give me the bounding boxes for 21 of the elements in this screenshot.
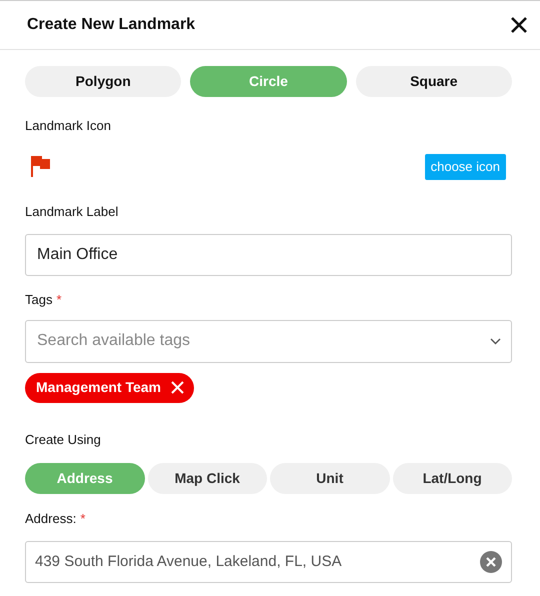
field-label: Tags: [25, 291, 52, 309]
chevron-down-icon: [490, 338, 501, 344]
method-tab[interactable]: Lat/Long: [392, 463, 512, 494]
label-input[interactable]: Main Office: [25, 234, 512, 276]
tags-select[interactable]: Search available tags: [25, 320, 512, 362]
required-mark: *: [80, 510, 86, 528]
shape-tab[interactable]: Square: [356, 66, 512, 97]
method-tab[interactable]: Map Click: [148, 463, 267, 494]
flag-icon: [30, 155, 52, 178]
dialog-title: Create New Landmark: [27, 15, 196, 35]
clear-icon[interactable]: [480, 550, 502, 572]
field-label: Address:: [25, 510, 76, 528]
shape-tab[interactable]: Polygon: [25, 66, 182, 97]
field-label: Create Using: [25, 430, 101, 449]
method-tab[interactable]: Unit: [270, 463, 390, 494]
tag-label: Management Team: [36, 378, 161, 397]
address-field[interactable]: 439 South Florida Avenue, Lakeland, FL, USA: [25, 540, 512, 582]
required-mark: *: [56, 291, 62, 309]
field-label: Landmark Icon: [25, 117, 111, 135]
remove-icon[interactable]: [171, 381, 184, 394]
field-label: Landmark Label: [25, 202, 118, 220]
